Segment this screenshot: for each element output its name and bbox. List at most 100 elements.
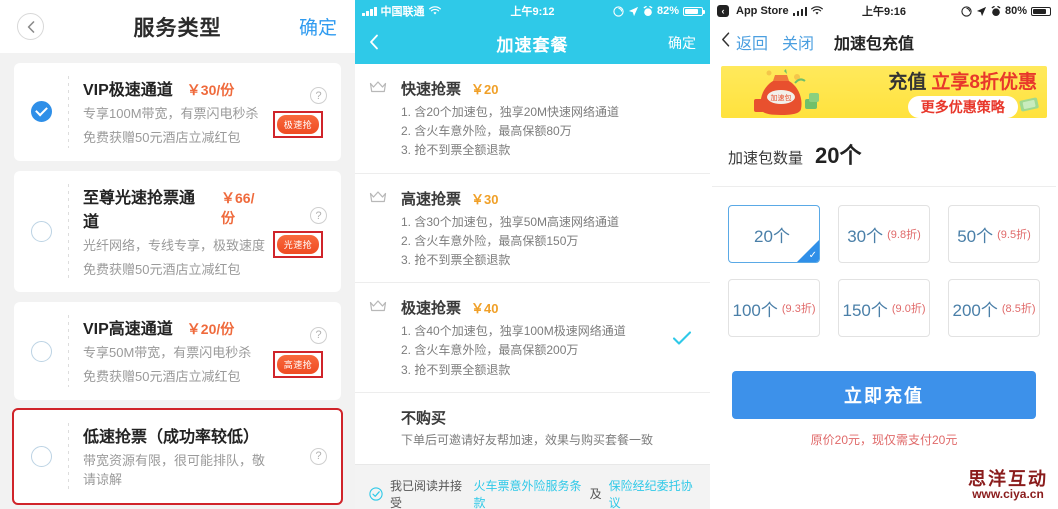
tag-highlight-box: 光速抢 [272, 231, 324, 259]
back-button[interactable]: 返回 [736, 30, 768, 54]
service-card-highlighted[interactable]: 低速抢票（成功率较低） 带宽资源有限，很可能排队，敬请谅解 ? [12, 408, 343, 505]
dashed-divider [68, 315, 69, 388]
quantity-option-20[interactable]: 20个 ✓ [728, 205, 820, 263]
promo-banner[interactable]: 加速包 充值 立享8折优惠 更多优惠策略 [721, 66, 1047, 118]
watermark-url: www.ciya.cn [972, 487, 1044, 502]
statusbar-right: 82% [613, 5, 705, 17]
package-line: 1. 含40个加速包，独享100M极速网络通道 [401, 324, 626, 339]
quantity-options-grid: 20个 ✓ 30个 (9.8折) 50个 (9.5折) 100个 (9.3折) … [710, 187, 1058, 337]
service-desc-1: 专享100M带宽，有票闪电秒杀 [83, 106, 259, 121]
radio-unselected-icon[interactable] [30, 221, 52, 243]
option-discount: (8.5折) [1001, 303, 1036, 315]
dashed-divider [68, 76, 69, 148]
radio-column[interactable] [14, 221, 68, 243]
quantity-option-200[interactable]: 200个 (8.5折) [948, 279, 1040, 337]
banner-more-button[interactable]: 更多优惠策略 [907, 95, 1018, 118]
service-card[interactable]: VIP极速通道 ￥30/份 专享100M带宽，有票闪电秒杀 免费获赠50元酒店立… [14, 63, 341, 161]
option-count: 30个 [847, 226, 884, 246]
service-card[interactable]: 至尊光速抢票通道 ￥66/份 光纤网络，专线专享，极致速度 免费获赠50元酒店立… [14, 170, 341, 293]
help-icon[interactable]: ? [310, 207, 327, 225]
panel-service-type: 服务类型 确定 VIP极速通道 ￥30/份 专享100M带宽，有票闪电秒杀 免费… [0, 0, 355, 509]
package-line: 1. 含30个加速包，独享50M高速网络通道 [401, 214, 620, 229]
package-head: 高速抢票 ￥30 [401, 188, 668, 209]
package-name: 高速抢票 [401, 190, 462, 208]
banner-word-1: 充值 [888, 71, 927, 93]
price-note: 原价20元，现仅需支付20元 [810, 433, 958, 447]
service-desc-2: 免费获赠50元酒店立减红包 [83, 129, 241, 145]
package-line: 2. 含火车意外险，最高保额80万 [401, 124, 572, 139]
package-list: 快速抢票 ￥20 1. 含20个加速包，独享20M快速网络通道 2. 含火车意外… [355, 64, 710, 464]
package-lines: 1. 含20个加速包，独享20M快速网络通道 2. 含火车意外险，最高保额80万… [401, 103, 668, 161]
agreement-prefix: 我已阅读并接受 [390, 478, 463, 509]
service-name: VIP极速通道 [83, 82, 173, 99]
package-row[interactable]: 高速抢票 ￥30 1. 含30个加速包，独享50M高速网络通道 2. 含火车意外… [355, 172, 710, 283]
service-tag: 极速抢 [276, 115, 320, 135]
service-desc-2: 免费获赠50元酒店立减红包 [83, 369, 241, 385]
agreement-link-broker[interactable]: 保险经纪委托协议 [609, 477, 696, 509]
quantity-option-100[interactable]: 100个 (9.3折) [728, 279, 820, 337]
panel2-statusbar: 中国联通 上午9:12 82% [355, 0, 710, 22]
service-desc-1: 专享50M带宽，有票闪电秒杀 [83, 345, 252, 361]
service-name: VIP高速通道 [83, 321, 173, 339]
service-card[interactable]: VIP高速通道 ￥20/份 专享50M带宽，有票闪电秒杀 免费获赠50元酒店立减… [14, 302, 341, 401]
screenshot-root: 服务类型 确定 VIP极速通道 ￥30/份 专享100M带宽，有票闪电秒杀 免费… [0, 0, 1058, 509]
quantity-option-50[interactable]: 50个 (9.5折) [948, 205, 1040, 263]
quantity-option-30[interactable]: 30个 (9.8折) [838, 205, 930, 263]
service-body: 至尊光速抢票通道 ￥66/份 光纤网络，专线专享，极致速度 免费获赠50元酒店立… [83, 184, 267, 280]
panel3-navbar: 返回 关闭 加速包充值 [710, 22, 1058, 62]
option-count: 150个 [842, 300, 888, 320]
service-name: 至尊光速抢票通道 [83, 189, 196, 231]
help-icon[interactable]: ? [310, 87, 327, 105]
statusbar-right: 80% [961, 5, 1053, 17]
package-selected-check-icon [668, 297, 696, 380]
agreement-row[interactable]: 我已阅读并接受 火车票意外险服务条款 及 保险经纪委托协议 [355, 463, 710, 509]
service-list: VIP极速通道 ￥30/份 专享100M带宽，有票闪电秒杀 免费获赠50元酒店立… [0, 53, 355, 505]
service-name: 低速抢票（成功率较低） [83, 429, 260, 447]
service-title-line: 低速抢票（成功率较低） [83, 423, 267, 447]
location-arrow-icon [628, 6, 639, 16]
rotation-lock-icon [961, 5, 972, 17]
radio-column[interactable] [14, 101, 68, 123]
confirm-button[interactable]: 确定 [299, 13, 337, 40]
quantity-option-150[interactable]: 150个 (9.0折) [838, 279, 930, 337]
rotation-lock-icon [613, 5, 624, 17]
package-price: ￥40 [471, 301, 499, 317]
no-purchase-desc: 下单后可邀请好友帮加速，效果与购买套餐一致 [401, 432, 654, 447]
package-row-selected[interactable]: 极速抢票 ￥40 1. 含40个加速包，独享100M极速网络通道 2. 含火车意… [355, 282, 710, 392]
radio-unselected-icon[interactable] [30, 340, 52, 362]
chevron-left-icon[interactable] [721, 32, 730, 52]
help-icon[interactable]: ? [310, 447, 327, 465]
close-button[interactable]: 关闭 [782, 30, 814, 54]
package-check-slot [668, 188, 696, 271]
no-purchase-row[interactable]: 不购买 下单后可邀请好友帮加速，效果与购买套餐一致 [355, 391, 710, 464]
panel1-navbar: 服务类型 确定 [0, 0, 355, 53]
package-row[interactable]: 快速抢票 ￥20 1. 含20个加速包，独享20M快速网络通道 2. 含火车意外… [355, 64, 710, 173]
agreement-link-insurance-terms[interactable]: 火车票意外险服务条款 [473, 477, 582, 509]
check-circle-icon[interactable] [369, 487, 383, 501]
option-discount: (9.5折) [997, 229, 1031, 241]
banner-headline: 充值 立享8折优惠 [888, 67, 1037, 94]
money-bag-icon: 加速包 [754, 69, 819, 115]
radio-selected-icon[interactable] [30, 101, 52, 123]
panel2-navbar: 加速套餐 确定 [355, 22, 710, 64]
package-main: 极速抢票 ￥40 1. 含40个加速包，独享100M极速网络通道 2. 含火车意… [401, 297, 668, 380]
package-line: 3. 抢不到票全额退款 [401, 362, 511, 377]
recharge-button[interactable]: 立即充值 [732, 371, 1036, 419]
confirm-button[interactable]: 确定 [668, 33, 696, 53]
service-right: ? [267, 447, 329, 465]
watermark: 思洋互动 www.ciya.cn [968, 469, 1048, 502]
service-price: ￥20/份 [186, 321, 235, 338]
radio-column[interactable] [14, 445, 68, 467]
banner-text-block: 充值 立享8折优惠 更多优惠策略 [888, 67, 1037, 118]
package-price: ￥30 [471, 191, 499, 207]
banner-word-2: 立享8折优惠 [931, 71, 1037, 93]
battery-icon [1031, 6, 1053, 16]
service-right: ? 光速抢 [267, 207, 329, 259]
service-body: 低速抢票（成功率较低） 带宽资源有限，很可能排队，敬请谅解 [83, 423, 267, 490]
help-icon[interactable]: ? [310, 326, 327, 344]
radio-column[interactable] [14, 340, 68, 362]
service-title-line: VIP极速通道 ￥30/份 [83, 76, 267, 100]
panel3-statusbar: ‹ App Store 上午9:16 80% [710, 0, 1058, 22]
radio-unselected-icon[interactable] [30, 445, 52, 467]
service-body: VIP高速通道 ￥20/份 专享50M带宽，有票闪电秒杀 免费获赠50元酒店立减… [83, 315, 267, 387]
